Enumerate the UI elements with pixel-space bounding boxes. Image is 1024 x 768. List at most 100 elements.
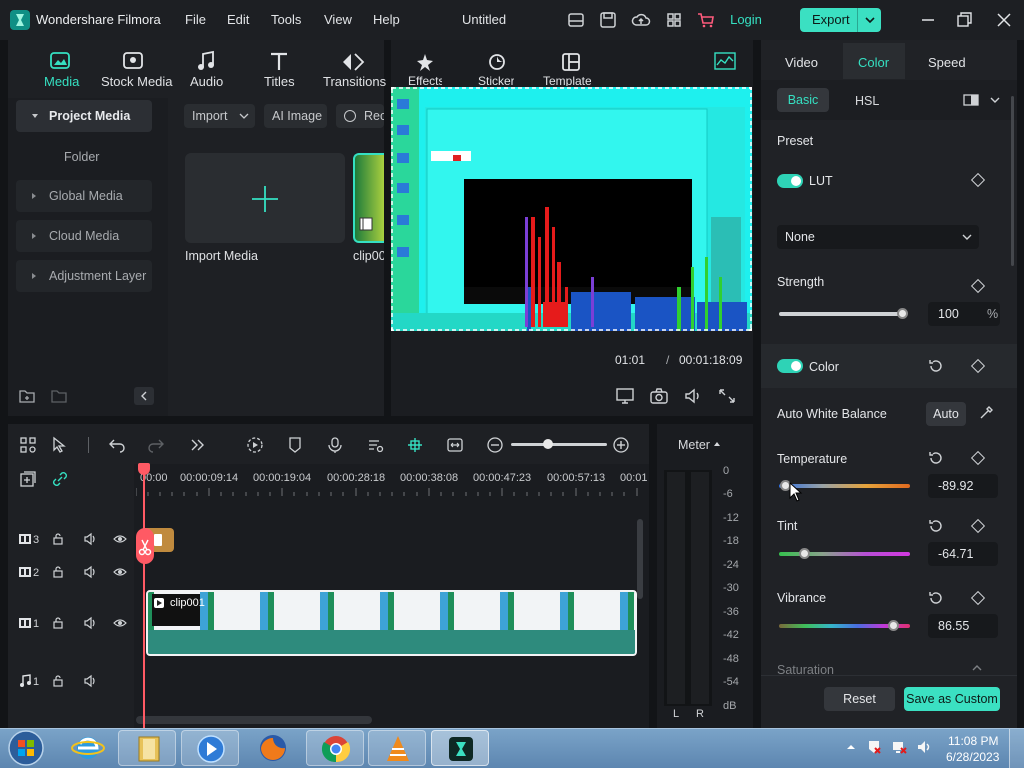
templates-icon[interactable] bbox=[560, 52, 582, 72]
tab-stickers[interactable]: Stickers bbox=[478, 74, 514, 86]
effects-icon[interactable] bbox=[414, 52, 436, 72]
titles-icon[interactable] bbox=[265, 50, 293, 74]
compare-icon[interactable] bbox=[963, 93, 979, 107]
audio-mixer-icon[interactable] bbox=[366, 436, 384, 454]
scopes-icon[interactable] bbox=[714, 52, 736, 70]
import-media-tile[interactable] bbox=[185, 153, 345, 243]
export-button[interactable]: Export bbox=[800, 8, 881, 32]
transitions-icon[interactable] bbox=[339, 50, 367, 74]
save-as-custom-button[interactable]: Save as Custom bbox=[904, 687, 1000, 711]
tab-audio[interactable]: Audio bbox=[190, 74, 223, 89]
split-scissors-button[interactable] bbox=[136, 528, 154, 564]
tint-value[interactable]: -64.71 bbox=[928, 542, 998, 566]
speaker-icon[interactable] bbox=[916, 739, 932, 755]
tab-color[interactable]: Color bbox=[858, 55, 889, 70]
taskbar-explorer[interactable] bbox=[118, 730, 176, 766]
sidebar-item-project-media[interactable]: Project Media bbox=[16, 100, 152, 132]
more-double-chevron-icon[interactable] bbox=[188, 436, 206, 454]
eyedropper-icon[interactable] bbox=[978, 405, 994, 421]
lock-icon[interactable] bbox=[52, 566, 64, 578]
sidebar-item-global-media[interactable]: Global Media bbox=[16, 180, 152, 212]
redo-icon[interactable] bbox=[147, 436, 165, 454]
auto-button[interactable]: Auto bbox=[926, 402, 966, 426]
temperature-value[interactable]: -89.92 bbox=[928, 474, 998, 498]
save-icon[interactable] bbox=[598, 10, 618, 30]
eye-icon[interactable] bbox=[113, 566, 127, 578]
menu-tools[interactable]: Tools bbox=[271, 12, 301, 27]
lock-icon[interactable] bbox=[52, 617, 64, 629]
layout-icon[interactable] bbox=[566, 10, 586, 30]
tab-stock-media[interactable]: Stock Media bbox=[101, 74, 173, 89]
menu-view[interactable]: View bbox=[324, 12, 352, 27]
layout-grid-icon[interactable] bbox=[19, 436, 37, 454]
audio-icon[interactable] bbox=[193, 50, 221, 74]
volume-icon[interactable] bbox=[83, 532, 97, 546]
fullscreen-icon[interactable] bbox=[717, 387, 737, 405]
display-icon[interactable] bbox=[615, 387, 635, 405]
chevron-up-icon[interactable] bbox=[971, 663, 983, 673]
taskbar-media-player[interactable] bbox=[181, 730, 239, 766]
subtab-hsl[interactable]: HSL bbox=[855, 94, 879, 108]
select-pointer-icon[interactable] bbox=[51, 436, 69, 454]
sidebar-item-cloud-media[interactable]: Cloud Media bbox=[16, 220, 152, 252]
add-track-icon[interactable] bbox=[19, 470, 37, 488]
taskbar-chrome[interactable] bbox=[306, 730, 364, 766]
sidebar-item-folder[interactable]: Folder bbox=[64, 150, 99, 164]
stickers-icon[interactable] bbox=[486, 52, 508, 72]
render-preview-icon[interactable] bbox=[246, 436, 264, 454]
chevron-down-icon[interactable] bbox=[989, 95, 1001, 105]
start-button[interactable] bbox=[6, 729, 46, 767]
undo-icon[interactable] bbox=[108, 436, 126, 454]
link-icon[interactable] bbox=[51, 470, 69, 488]
lock-icon[interactable] bbox=[52, 533, 64, 545]
reset-icon[interactable] bbox=[928, 518, 944, 534]
tab-effects[interactable]: Effects bbox=[408, 74, 442, 86]
lut-select[interactable]: None bbox=[777, 225, 979, 249]
chevron-up-icon[interactable] bbox=[846, 742, 856, 752]
eye-icon[interactable] bbox=[113, 533, 127, 545]
resize-handle[interactable] bbox=[749, 328, 752, 331]
volume-icon[interactable] bbox=[683, 387, 703, 405]
tab-titles[interactable]: Titles bbox=[264, 74, 295, 89]
collapse-sidebar-button[interactable] bbox=[134, 387, 154, 405]
chevron-up-icon[interactable] bbox=[714, 442, 720, 446]
props-scrollbar[interactable] bbox=[1011, 96, 1014, 266]
strength-slider[interactable] bbox=[779, 312, 907, 316]
strength-value-field[interactable]: 100 % bbox=[928, 302, 1000, 326]
reset-icon[interactable] bbox=[928, 450, 944, 466]
import-dropdown[interactable]: Import bbox=[184, 104, 255, 128]
cloud-upload-icon[interactable] bbox=[631, 10, 651, 30]
clip-thumbnail[interactable] bbox=[353, 153, 384, 243]
minimize-icon[interactable] bbox=[918, 10, 938, 30]
new-folder-icon[interactable] bbox=[18, 388, 36, 404]
fit-timeline-icon[interactable] bbox=[446, 436, 464, 454]
tab-video[interactable]: Video bbox=[785, 55, 818, 70]
chevron-down-icon[interactable] bbox=[857, 8, 881, 32]
action-center-icon[interactable] bbox=[866, 739, 882, 755]
zoom-out-icon[interactable] bbox=[486, 436, 504, 454]
timeline-ruler[interactable] bbox=[136, 488, 649, 496]
meter-title[interactable]: Meter bbox=[678, 438, 710, 452]
taskbar-firefox[interactable] bbox=[244, 730, 302, 766]
network-icon[interactable] bbox=[891, 739, 907, 755]
apps-grid-icon[interactable] bbox=[664, 10, 684, 30]
ai-image-button[interactable]: AI Image bbox=[264, 104, 327, 128]
eye-icon[interactable] bbox=[113, 617, 127, 629]
volume-icon[interactable] bbox=[83, 616, 97, 630]
camera-icon[interactable] bbox=[649, 387, 669, 405]
volume-icon[interactable] bbox=[83, 565, 97, 579]
stock-media-icon[interactable] bbox=[119, 50, 147, 74]
tab-speed[interactable]: Speed bbox=[928, 55, 966, 70]
reset-icon[interactable] bbox=[928, 358, 944, 374]
lut-toggle[interactable] bbox=[777, 174, 803, 188]
magnet-snap-icon[interactable] bbox=[406, 436, 424, 454]
marker-icon[interactable] bbox=[286, 436, 304, 454]
tab-transitions[interactable]: Transitions bbox=[323, 74, 386, 89]
restore-icon[interactable] bbox=[954, 10, 974, 30]
menu-file[interactable]: File bbox=[185, 12, 206, 27]
resize-handle[interactable] bbox=[391, 328, 394, 331]
folder-icon[interactable] bbox=[50, 388, 68, 404]
taskbar-vlc[interactable] bbox=[368, 730, 426, 766]
resize-handle[interactable] bbox=[749, 87, 752, 90]
record-button[interactable]: Record bbox=[336, 104, 384, 128]
